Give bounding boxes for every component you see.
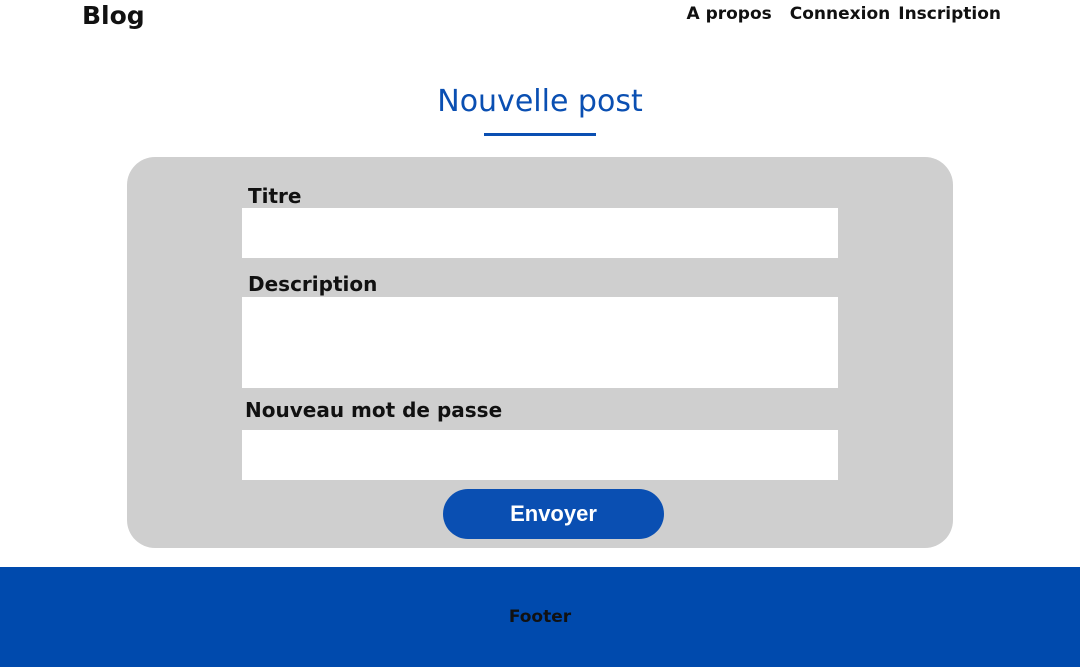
- titre-input[interactable]: [242, 208, 838, 258]
- brand-logo[interactable]: Blog: [82, 0, 145, 32]
- footer: Footer: [0, 567, 1080, 667]
- password-label: Nouveau mot de passe: [245, 398, 503, 422]
- top-nav: A propos Connexion Inscription: [687, 4, 1002, 24]
- nav-item-a-propos[interactable]: A propos: [687, 4, 772, 24]
- titre-label: Titre: [248, 184, 302, 208]
- footer-text: Footer: [508, 607, 572, 627]
- page: Blog A propos Connexion Inscription Nouv…: [0, 0, 1080, 667]
- description-textarea[interactable]: [242, 297, 838, 388]
- password-input[interactable]: [242, 430, 838, 480]
- nav-item-inscription[interactable]: Inscription: [898, 4, 1001, 24]
- title-underline: [484, 133, 596, 136]
- submit-button[interactable]: Envoyer: [443, 489, 664, 539]
- description-label: Description: [248, 272, 378, 296]
- nav-item-connexion[interactable]: Connexion: [790, 4, 890, 24]
- page-title: Nouvelle post: [437, 84, 643, 119]
